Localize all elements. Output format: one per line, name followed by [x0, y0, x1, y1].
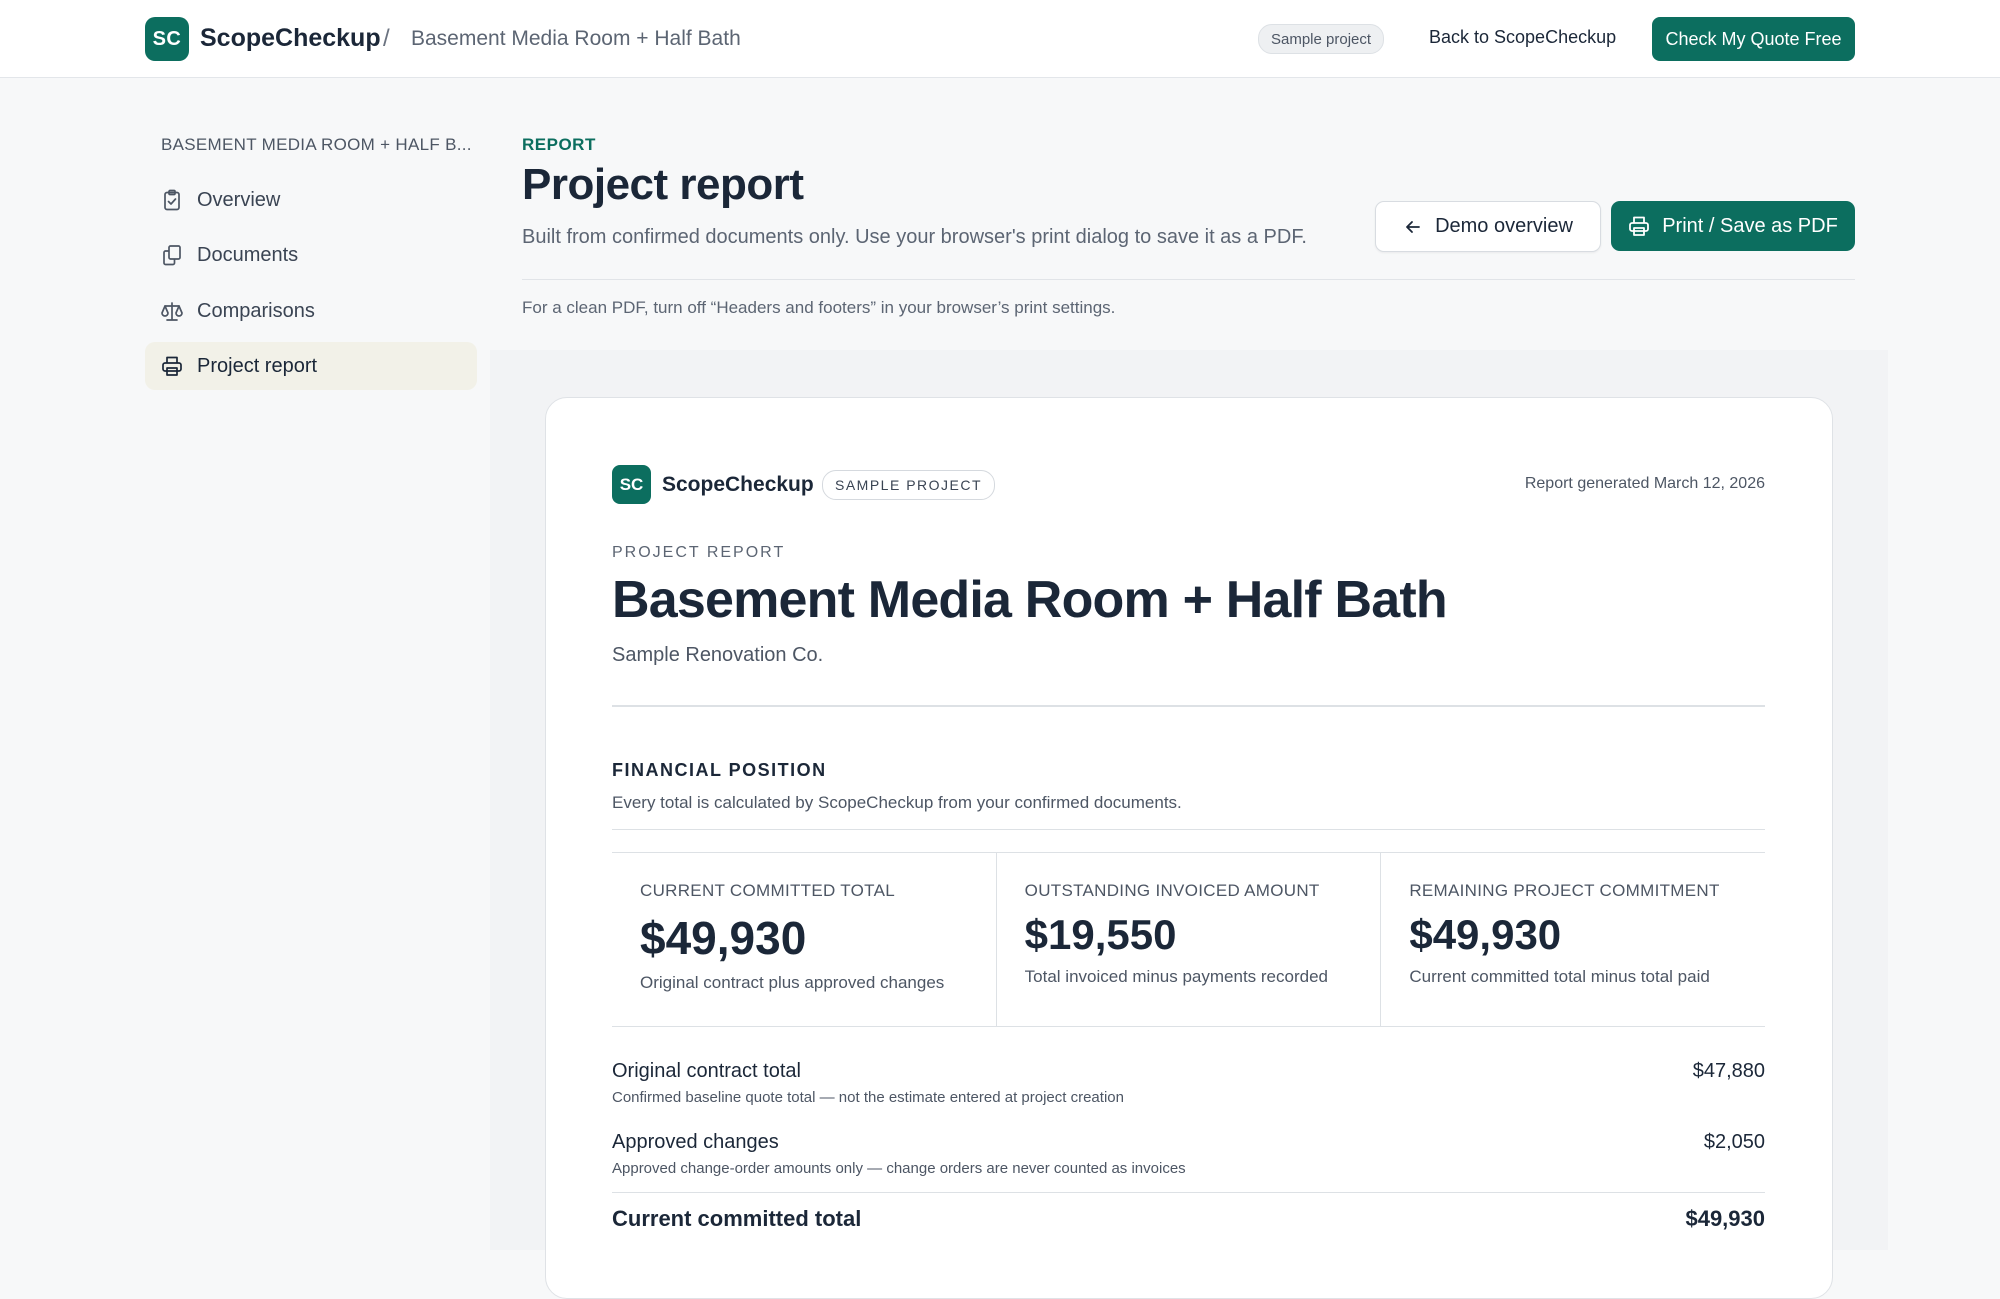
printer-icon: [161, 355, 183, 377]
top-bar: SC ScopeCheckup / Basement Media Room + …: [0, 0, 2000, 78]
metric-committed-total: CURRENT COMMITTED TOTAL $49,930 Original…: [612, 853, 997, 1026]
sidebar-project-heading: BASEMENT MEDIA ROOM + HALF B...: [161, 135, 472, 154]
financial-position-subheading: Every total is calculated by ScopeChecku…: [612, 793, 1182, 812]
breadcrumb-separator: /: [383, 25, 390, 52]
page-title: Project report: [522, 160, 804, 209]
metric-remaining-commitment: REMAINING PROJECT COMMITMENT $49,930 Cur…: [1381, 853, 1765, 1026]
report-kicker: PROJECT REPORT: [612, 544, 786, 561]
print-save-pdf-button[interactable]: Print / Save as PDF: [1611, 201, 1855, 251]
print-save-pdf-label: Print / Save as PDF: [1662, 214, 1838, 237]
sidebar-item-comparisons[interactable]: Comparisons: [145, 287, 477, 335]
check-quote-button[interactable]: Check My Quote Free: [1652, 17, 1855, 61]
committed-total-label: Current committed total: [612, 1206, 862, 1231]
report-sample-badge: SAMPLE PROJECT: [822, 470, 996, 500]
metric-note: Current committed total minus total paid: [1409, 967, 1710, 986]
section-kicker: REPORT: [522, 135, 596, 154]
line-item-label: Approved changes: [612, 1131, 779, 1153]
line-item-description: Approved change-order amounts only — cha…: [612, 1160, 1186, 1177]
financial-position-heading: FINANCIAL POSITION: [612, 760, 827, 780]
line-item-amount: $2,050: [1703, 1131, 1765, 1153]
sidebar-item-label: Comparisons: [197, 299, 315, 322]
documents-icon: [161, 244, 183, 266]
line-item-label: Original contract total: [612, 1060, 801, 1082]
breadcrumb-project: Basement Media Room + Half Bath: [411, 27, 741, 50]
sidebar-item-label: Project report: [197, 354, 318, 377]
printer-icon: [1628, 215, 1650, 237]
sidebar-item-documents[interactable]: Documents: [145, 231, 477, 279]
brand-name[interactable]: ScopeCheckup: [200, 24, 381, 53]
page-subtitle: Built from confirmed documents only. Use…: [522, 226, 1307, 248]
sidebar-item-overview[interactable]: Overview: [145, 176, 477, 224]
metric-note: Original contract plus approved changes: [640, 973, 945, 992]
metrics-row: CURRENT COMMITTED TOTAL $49,930 Original…: [612, 852, 1765, 1027]
report-brand-name: ScopeCheckup: [662, 473, 814, 496]
report-generated-date: Report generated March 12, 2026: [1524, 475, 1765, 492]
header-divider: [522, 279, 1855, 280]
logo-mark[interactable]: SC: [145, 17, 189, 61]
sample-project-badge: Sample project: [1258, 24, 1385, 54]
financial-divider: [612, 829, 1765, 830]
sidebar-item-project-report[interactable]: Project report: [145, 342, 477, 390]
print-settings-note: For a clean PDF, turn off “Headers and f…: [522, 298, 1116, 317]
metric-value: $49,930: [1409, 911, 1562, 958]
report-logo-mark: SC: [612, 465, 651, 504]
committed-total-amount: $49,930: [1685, 1206, 1765, 1231]
metric-label: OUTSTANDING INVOICED AMOUNT: [1024, 881, 1320, 900]
report-company: Sample Renovation Co.: [612, 644, 824, 666]
total-divider: [612, 1192, 1765, 1193]
line-item-description: Confirmed baseline quote total — not the…: [612, 1089, 1124, 1106]
report-title: Basement Media Room + Half Bath: [612, 571, 1448, 629]
arrow-left-icon: [1403, 217, 1423, 237]
metric-outstanding-invoiced: OUTSTANDING INVOICED AMOUNT $19,550 Tota…: [997, 853, 1382, 1026]
scale-icon: [161, 300, 183, 322]
sidebar-item-label: Overview: [197, 188, 281, 211]
demo-overview-label: Demo overview: [1435, 215, 1573, 237]
back-to-app-link[interactable]: Back to ScopeCheckup: [1429, 27, 1616, 48]
clipboard-check-icon: [161, 189, 183, 211]
metric-value: $49,930: [640, 912, 807, 964]
line-item-amount: $47,880: [1692, 1060, 1765, 1082]
report-divider: [612, 705, 1765, 707]
demo-overview-button[interactable]: Demo overview: [1375, 201, 1601, 252]
metric-label: CURRENT COMMITTED TOTAL: [640, 881, 895, 900]
metric-label: REMAINING PROJECT COMMITMENT: [1409, 881, 1720, 900]
metric-value: $19,550: [1024, 911, 1177, 958]
metric-note: Total invoiced minus payments recorded: [1024, 967, 1328, 986]
sidebar-item-label: Documents: [197, 243, 299, 266]
